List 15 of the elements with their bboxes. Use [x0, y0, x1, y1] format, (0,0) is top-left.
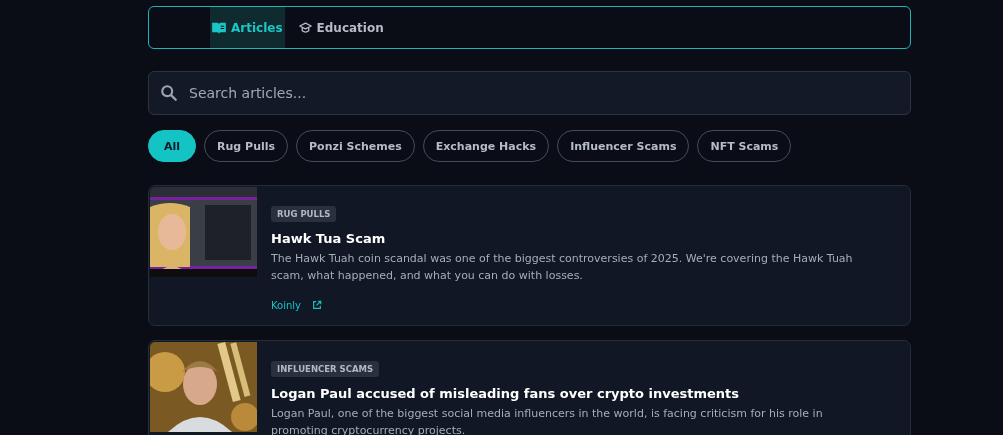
- category-tag: INFLUENCER SCAMS: [271, 361, 380, 377]
- article-card[interactable]: RUG PULLS Hawk Tua Scam The Hawk Tuah coin scandal was one of the biggest controversies of 2025. We're covering the Hawk Tuah scam, what happened, and what you can do with losses. Koinly: [148, 185, 911, 326]
- source-link[interactable]: Koinly: [271, 300, 301, 311]
- search-field[interactable]: Search articles...: [148, 71, 911, 115]
- graduation-cap-icon: [298, 21, 312, 34]
- book-icon: [212, 21, 226, 34]
- tab[interactable]: Education: [296, 7, 386, 48]
- external-link-icon: [312, 300, 323, 310]
- article-title: Hawk Tua Scam: [271, 231, 387, 246]
- category-tag: RUG PULLS: [271, 206, 337, 222]
- article-card[interactable]: [148, 340, 911, 435]
- article-summary: The Hawk Tuah coin scandal was one of the biggest controversies of 2025. We're covering the Hawk Tuah scam, what happened, and what you can do with losses.: [271, 251, 854, 284]
- tab[interactable]: Articles: [210, 7, 285, 48]
- article-title: Logan Paul accused of misleading fans over crypto investments: [271, 386, 741, 401]
- filter-chip[interactable]: All: [148, 130, 197, 162]
